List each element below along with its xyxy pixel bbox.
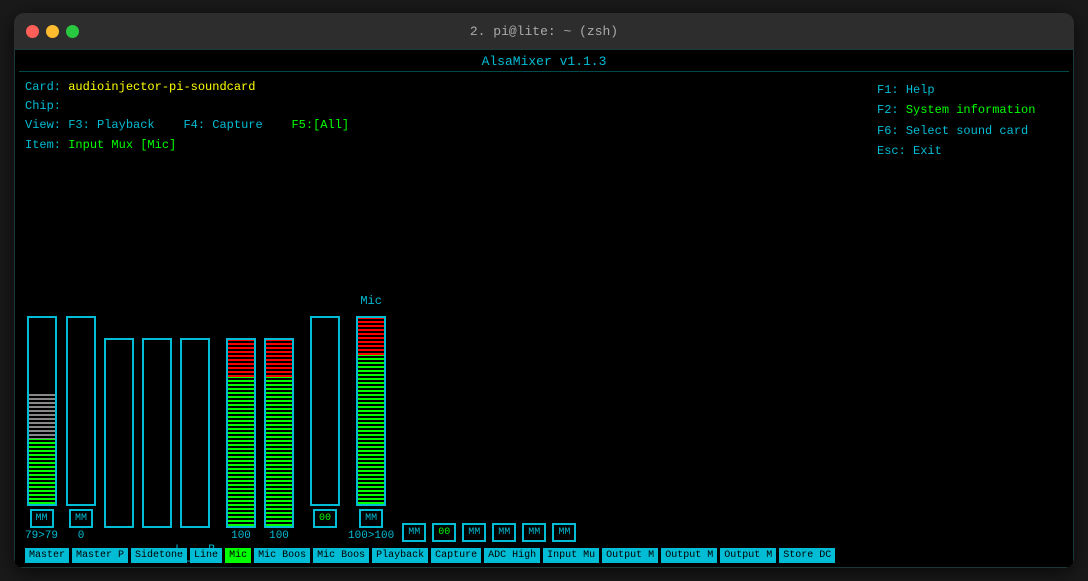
card-value: audioinjector-pi-soundcard xyxy=(68,80,255,94)
right-help-panel: F1: Help F2: System information F6: Sele… xyxy=(869,76,1069,563)
fader-micboost-l: 100 xyxy=(226,338,256,542)
close-button[interactable] xyxy=(26,25,39,38)
help-esc: Esc: Exit xyxy=(877,141,1061,161)
item-value: Input Mux [Mic] xyxy=(68,138,176,152)
fader-input-mux: 00 xyxy=(432,352,456,542)
esc-key: Esc: xyxy=(877,144,906,158)
fader-adc-high: MM xyxy=(402,352,426,542)
fader-micboost-r: 100 xyxy=(264,338,294,542)
masterp-value: 0 xyxy=(78,530,85,542)
terminal-window: 2. pi@lite: ~ (zsh) AlsaMixer v1.1.3 Car… xyxy=(14,13,1074,568)
main-area: Card: audioinjector-pi-soundcard Chip: V… xyxy=(19,76,1069,563)
micboost-l-value: 100 xyxy=(231,530,251,542)
help-f1: F1: Help xyxy=(877,80,1061,100)
line-value xyxy=(154,530,161,542)
card-line: Card: audioinjector-pi-soundcard xyxy=(25,78,863,97)
ch-master[interactable]: Master xyxy=(25,548,69,563)
help-f6: F6: Select sound card xyxy=(877,121,1061,141)
traffic-lights xyxy=(26,25,79,38)
titlebar: 2. pi@lite: ~ (zsh) xyxy=(14,13,1074,49)
left-panel: Card: audioinjector-pi-soundcard Chip: V… xyxy=(19,76,869,563)
adc-high-mm-btn[interactable]: MM xyxy=(402,523,426,542)
fader-line xyxy=(142,338,172,542)
ch-playback[interactable]: Playback xyxy=(372,548,428,563)
fader-output-m3: MM xyxy=(522,352,546,542)
item-line: Item: Input Mux [Mic] xyxy=(25,136,863,155)
ch-adc[interactable]: ADC High xyxy=(484,548,540,563)
ch-outputm3[interactable]: Output M xyxy=(720,548,776,563)
dashes: -------- xyxy=(172,556,218,568)
esc-desc: Exit xyxy=(913,144,942,158)
ch-outputm2[interactable]: Output M xyxy=(661,548,717,563)
f6-key: F6: xyxy=(877,124,899,138)
channel-labels: Master Master P Sidetone Line Mic Mic Bo… xyxy=(19,548,869,563)
fader-capture: Mic MM 100>100 xyxy=(348,316,394,542)
fader-output-m1: MM xyxy=(462,352,486,542)
masterp-mm-btn[interactable]: MM xyxy=(69,509,93,528)
micboost-r-value: 100 xyxy=(269,530,289,542)
ch-masterp[interactable]: Master P xyxy=(72,548,128,563)
ch-capture[interactable]: Capture xyxy=(431,548,481,563)
ch-storedc[interactable]: Store DC xyxy=(779,548,835,563)
window-title: 2. pi@lite: ~ (zsh) xyxy=(470,24,618,39)
info-section: Card: audioinjector-pi-soundcard Chip: V… xyxy=(19,76,869,157)
playback-oo-btn[interactable]: 00 xyxy=(313,509,337,528)
ch-outputm1[interactable]: Output M xyxy=(602,548,658,563)
view-f5: F5:[All] xyxy=(291,118,349,132)
alsa-title: AlsaMixer v1.1.3 xyxy=(482,54,607,69)
f1-desc: Help xyxy=(906,83,935,97)
fader-store-dc: MM xyxy=(552,352,576,542)
maximize-button[interactable] xyxy=(66,25,79,38)
fader-sidetone xyxy=(104,338,134,542)
fader-output-m2: MM xyxy=(492,352,516,542)
f6-desc: Select sound card xyxy=(906,124,1028,138)
mic-value xyxy=(192,530,199,542)
output-m2-mm-btn[interactable]: MM xyxy=(492,523,516,542)
ch-micboost-r[interactable]: Mic Boos xyxy=(313,548,369,563)
fader-playback: 00 xyxy=(310,316,340,542)
output-m3-mm-btn[interactable]: MM xyxy=(522,523,546,542)
ch-mic[interactable]: Mic xyxy=(225,548,251,563)
f2-key: F2: xyxy=(877,103,899,117)
output-m1-mm-btn[interactable]: MM xyxy=(462,523,486,542)
fader-master: MM 79>79 xyxy=(25,316,58,542)
card-label: Card: xyxy=(25,80,61,94)
ch-inputmux[interactable]: Input Mu xyxy=(543,548,599,563)
fader-mic: L R -------- CAPTURE xyxy=(180,338,210,542)
view-line: View: F3: Playback F4: Capture F5:[All] xyxy=(25,116,863,135)
item-label: Item: xyxy=(25,138,61,152)
master-value: 79>79 xyxy=(25,530,58,542)
minimize-button[interactable] xyxy=(46,25,59,38)
store-dc-mm-btn[interactable]: MM xyxy=(552,523,576,542)
terminal-content: AlsaMixer v1.1.3 Card: audioinjector-pi-… xyxy=(14,49,1074,568)
view-f3: F3: Playback xyxy=(68,118,154,132)
chip-line: Chip: xyxy=(25,97,863,116)
playback-value xyxy=(322,530,329,542)
capture-lr-label: L R xyxy=(172,544,218,556)
mic-above-label: Mic xyxy=(360,294,382,308)
alsa-header: AlsaMixer v1.1.3 xyxy=(19,54,1069,72)
input-mux-oo-btn[interactable]: 00 xyxy=(432,523,456,542)
view-label: View: xyxy=(25,118,61,132)
fader-masterp: MM 0 xyxy=(66,316,96,542)
ch-micboost-l[interactable]: Mic Boos xyxy=(254,548,310,563)
mixer-area: MM 79>79 MM 0 xyxy=(19,157,869,563)
capture-mm-btn[interactable]: MM xyxy=(359,509,383,528)
master-mm-btn[interactable]: MM xyxy=(30,509,54,528)
f1-key: F1: xyxy=(877,83,899,97)
view-f4: F4: Capture xyxy=(183,118,262,132)
help-f2: F2: System information xyxy=(877,100,1061,120)
f2-desc: System information xyxy=(906,103,1036,117)
capture-value: 100>100 xyxy=(348,530,394,542)
sidetone-value xyxy=(116,530,123,542)
chip-label: Chip: xyxy=(25,99,61,113)
